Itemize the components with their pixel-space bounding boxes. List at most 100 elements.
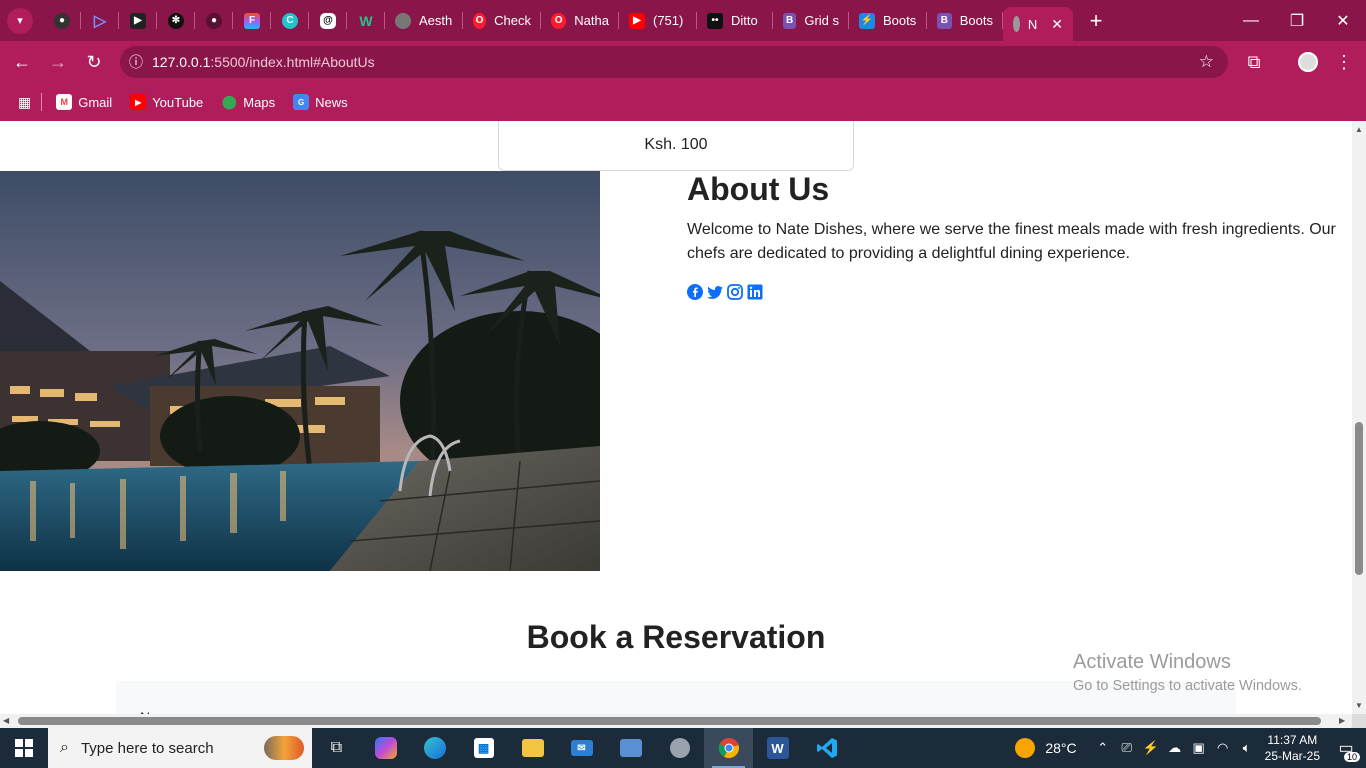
weather-sun-icon[interactable] bbox=[1015, 738, 1036, 758]
pinned-tab-canva[interactable]: C bbox=[271, 0, 309, 41]
taskbar-file-explorer[interactable] bbox=[508, 728, 557, 768]
scroll-left-arrow-icon[interactable]: ◀ bbox=[3, 716, 9, 725]
page-viewport: Ksh. 100 About Us Welcome to Nate Dishes… bbox=[0, 121, 1352, 714]
minimize-button[interactable]: — bbox=[1228, 0, 1274, 41]
github-icon: ● bbox=[54, 12, 70, 29]
reload-button[interactable]: ↻ bbox=[76, 44, 112, 80]
taskbar-disc-app[interactable] bbox=[655, 728, 704, 768]
new-tab-button[interactable]: + bbox=[1081, 8, 1111, 34]
taskbar-vscode[interactable] bbox=[802, 728, 851, 768]
facebook-icon[interactable] bbox=[687, 284, 703, 300]
bookmark-star-icon[interactable]: ☆ bbox=[1199, 52, 1214, 72]
horizontal-scrollbar[interactable]: ◀ ▶ bbox=[0, 714, 1352, 728]
close-tab-icon[interactable]: ✕ bbox=[1051, 16, 1063, 33]
weather-temp[interactable]: 28°C bbox=[1045, 740, 1076, 756]
apps-grid-icon[interactable]: ▦ bbox=[18, 94, 31, 111]
browser-toolbar: ← → ↻ ⓘ 127.0.0.1:5500/index.html#AboutU… bbox=[0, 41, 1366, 83]
tab-label: Aesth bbox=[419, 13, 453, 28]
search-placeholder: Type here to search bbox=[80, 739, 214, 757]
price-text: Ksh. 100 bbox=[644, 135, 708, 153]
tab-4[interactable]: •• Ditto bbox=[697, 0, 773, 41]
disc-icon bbox=[669, 738, 690, 758]
globe-icon bbox=[395, 12, 411, 29]
taskbar-store[interactable]: ▦ bbox=[459, 728, 508, 768]
pinned-tab-github[interactable]: ● bbox=[43, 0, 81, 41]
taskbar-app-blue[interactable] bbox=[606, 728, 655, 768]
pinned-tab-threads[interactable]: @ bbox=[309, 0, 347, 41]
system-tray: 28°C ⌃ ⎚ ⚡ ☁ ▣ ◠ 🔈︎ 11:37 AM 25-Mar-25 ▭… bbox=[1015, 728, 1366, 768]
windows-taskbar: ⌕ Type here to search ⧉ ▦ ✉ W 28°C ⌃ ⎚ ⚡… bbox=[0, 728, 1366, 768]
address-bar[interactable]: ⓘ 127.0.0.1:5500/index.html#AboutUs ☆ bbox=[120, 46, 1228, 78]
opera-icon: O bbox=[473, 12, 487, 29]
tab-6[interactable]: ⚡ Boots bbox=[849, 0, 927, 41]
volume-icon[interactable]: 🔈︎ bbox=[1235, 740, 1259, 756]
taskbar-search-box[interactable]: ⌕ Type here to search bbox=[48, 728, 312, 768]
url-text[interactable]: 127.0.0.1:5500/index.html#AboutUs bbox=[152, 54, 375, 70]
arrow-right-icon: → bbox=[49, 51, 67, 72]
site-info-icon[interactable]: ⓘ bbox=[120, 52, 152, 72]
tab-1[interactable]: O Check bbox=[463, 0, 541, 41]
task-view-button[interactable]: ⧉ bbox=[312, 728, 361, 768]
scroll-right-arrow-icon[interactable]: ▶ bbox=[1339, 716, 1345, 725]
taskbar-word[interactable]: W bbox=[753, 728, 802, 768]
tab-3[interactable]: ▶ (751) bbox=[619, 0, 697, 41]
figma-icon: F bbox=[244, 12, 260, 29]
pinned-tab-cursor[interactable]: ▶ bbox=[119, 0, 157, 41]
battery-plug-icon[interactable]: ⚡ bbox=[1139, 740, 1163, 756]
taskbar-copilot[interactable] bbox=[361, 728, 410, 768]
restore-button[interactable]: ❐ bbox=[1274, 0, 1320, 41]
linkedin-icon[interactable] bbox=[747, 284, 763, 300]
cursor-icon: ▶ bbox=[130, 12, 146, 29]
taskbar-chrome[interactable] bbox=[704, 728, 753, 768]
start-button[interactable] bbox=[0, 728, 48, 768]
tab-label: Grid s bbox=[804, 13, 839, 28]
scroll-down-arrow-icon[interactable]: ▼ bbox=[1355, 701, 1363, 710]
tab-active[interactable]: N ✕ bbox=[1003, 7, 1073, 41]
twitter-icon[interactable] bbox=[707, 284, 723, 300]
bookmark-maps[interactable]: ⬤ Maps bbox=[221, 94, 275, 110]
tab-2[interactable]: O Natha bbox=[541, 0, 619, 41]
wifi-icon[interactable]: ◠ bbox=[1211, 740, 1235, 756]
horizontal-scroll-thumb[interactable] bbox=[18, 717, 1321, 725]
profile-avatar[interactable] bbox=[1290, 44, 1326, 80]
taskbar-edge[interactable] bbox=[410, 728, 459, 768]
tab-0[interactable]: Aesth bbox=[385, 0, 463, 41]
instagram-icon[interactable] bbox=[727, 284, 743, 300]
pinned-tab-chatgpt[interactable]: ✻ bbox=[157, 0, 195, 41]
pinned-tab-figma[interactable]: F bbox=[233, 0, 271, 41]
vertical-scroll-thumb[interactable] bbox=[1355, 422, 1363, 575]
tab-label: Ditto bbox=[731, 13, 758, 28]
tab-5[interactable]: B Grid s bbox=[773, 0, 849, 41]
scroll-up-arrow-icon[interactable]: ▲ bbox=[1355, 125, 1363, 134]
bookmark-separator bbox=[41, 93, 43, 111]
pinned-tab-play[interactable]: ▷ bbox=[81, 0, 119, 41]
threads-icon: @ bbox=[320, 12, 336, 29]
ditto-icon: •• bbox=[707, 12, 723, 29]
search-icon: ⌕ bbox=[60, 739, 69, 756]
bookmark-youtube[interactable]: ▶ YouTube bbox=[130, 94, 203, 110]
vertical-scrollbar[interactable]: ▲ ▼ bbox=[1352, 121, 1366, 714]
chevron-up-icon[interactable]: ⌃ bbox=[1091, 740, 1115, 756]
bookmark-news[interactable]: G News bbox=[293, 94, 348, 110]
notification-center-button[interactable]: ▭ 10 bbox=[1332, 728, 1360, 768]
task-view-icon: ⧉ bbox=[330, 739, 343, 756]
taskbar-clock[interactable]: 11:37 AM 25-Mar-25 bbox=[1265, 732, 1320, 764]
cloud-sync-icon[interactable]: ☁ bbox=[1163, 740, 1187, 756]
taskbar-mail[interactable]: ✉ bbox=[557, 728, 606, 768]
device-icon[interactable]: ▣ bbox=[1187, 740, 1211, 756]
tab-search-button[interactable]: ▾ bbox=[7, 7, 33, 34]
watermark-line2: Go to Settings to activate Windows. bbox=[1073, 678, 1302, 694]
menu-button[interactable]: ⋮ bbox=[1326, 44, 1362, 80]
close-window-button[interactable]: ✕ bbox=[1320, 0, 1366, 41]
pinned-tab-github-2[interactable]: ● bbox=[195, 0, 233, 41]
back-button[interactable]: ← bbox=[4, 44, 40, 80]
chrome-icon bbox=[718, 738, 739, 759]
bookmark-gmail[interactable]: M Gmail bbox=[56, 94, 112, 110]
tab-label: N bbox=[1027, 16, 1038, 32]
extensions-button[interactable]: ⧉ bbox=[1236, 44, 1272, 80]
forward-button[interactable]: → bbox=[40, 44, 76, 80]
tab-7[interactable]: B Boots bbox=[927, 0, 1003, 41]
meet-now-icon[interactable]: ⎚ bbox=[1115, 740, 1139, 756]
maps-pin-icon: ⬤ bbox=[222, 94, 237, 109]
pinned-tab-webflow[interactable]: W bbox=[347, 0, 385, 41]
